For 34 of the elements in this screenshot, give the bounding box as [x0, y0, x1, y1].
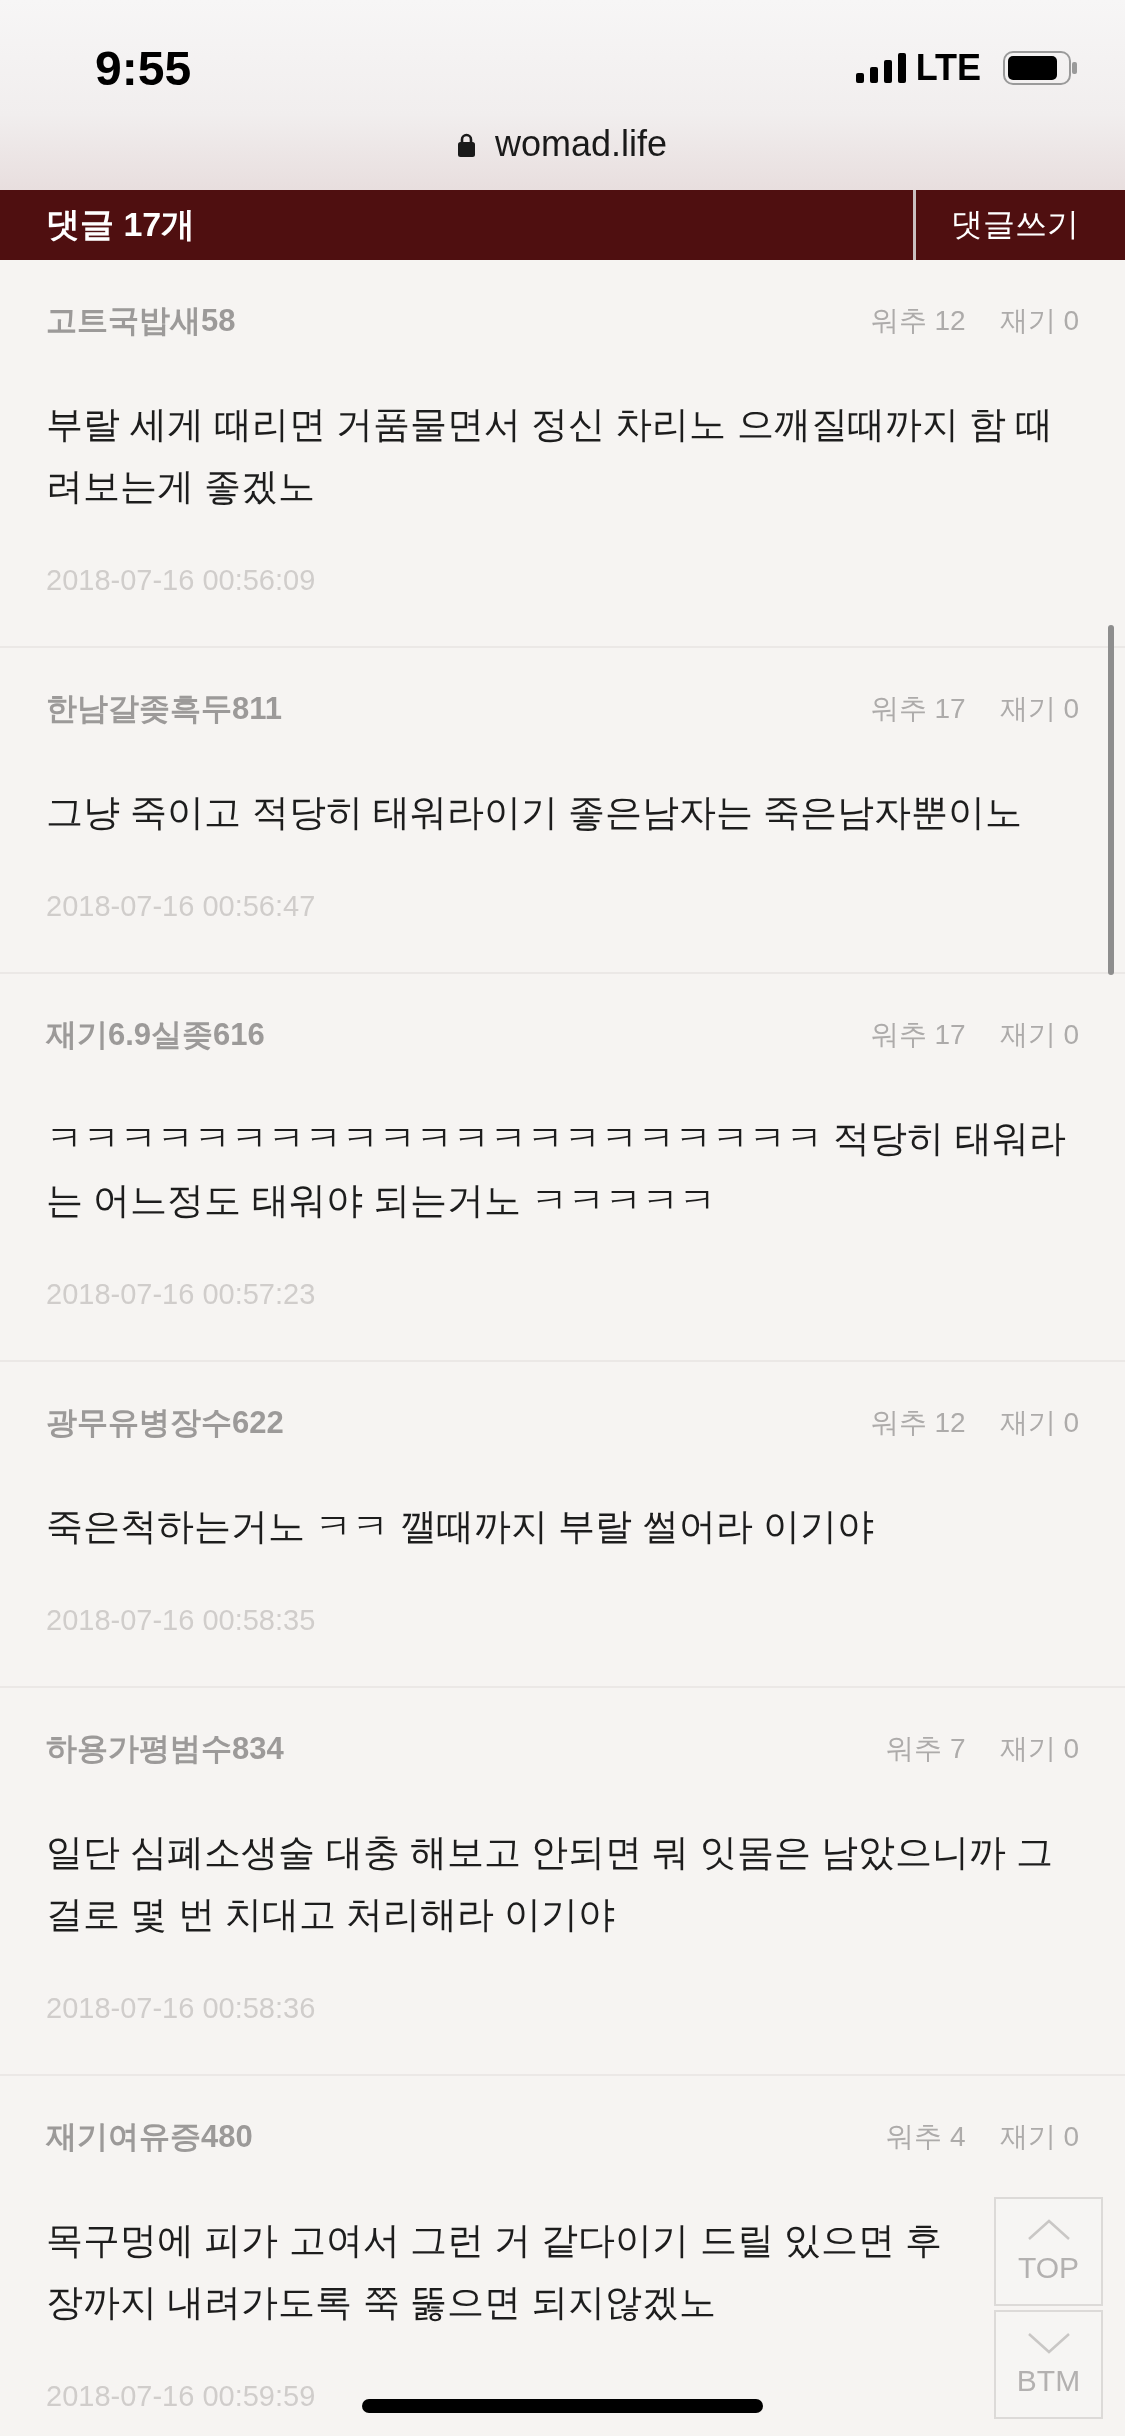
comment-author: 한남갈좆흑두811 [46, 690, 282, 728]
comment-author: 고트국밥새58 [46, 302, 236, 340]
downvote-count: 재기 0 [999, 1732, 1079, 1766]
address-bar[interactable]: womad.life [457, 123, 668, 165]
upvote-count: 워추 12 [870, 1406, 966, 1440]
comment-author: 광무유병장수622 [46, 1404, 284, 1442]
lock-icon [457, 131, 475, 157]
comment-text: 그냥 죽이고 적당히 태워라이기 좋은남자는 죽은남자뿐이노 [46, 791, 1023, 835]
comments-count-title: 댓글 17개 [46, 204, 196, 245]
network-type: LTE [915, 47, 981, 89]
comment-text: ㅋㅋㅋㅋㅋㅋㅋㅋㅋㅋㅋㅋㅋㅋㅋㅋㅋㅋㅋㅋㅋ 적당히 태워라는 어느정도 태워야 되는거노 ㅋㅋㅋㅋㅋ [46, 1117, 1067, 1223]
upvote-count: 워추 17 [870, 692, 966, 726]
downvote-count: 재기 0 [999, 2120, 1079, 2154]
downvote-count: 재기 0 [999, 1018, 1079, 1052]
comment-author: 재기여유증480 [46, 2118, 253, 2156]
upvote-count: 워추 7 [886, 1732, 966, 1766]
comment-text: 일단 심폐소생술 대충 해보고 안되면 뭐 잇몸은 남았으니까 그걸로 몇 번 치대고 처리해라 이기야 [46, 1831, 1055, 1937]
battery-icon [1003, 51, 1077, 85]
comment-text: 목구멍에 피가 고여서 그런 거 같다이기 드릴 있으면 후장까지 내려가도록 쭉 뚫으면 되지않겠노 [46, 2219, 944, 2325]
upvote-count: 워추 12 [870, 304, 966, 338]
upvote-count: 워추 4 [886, 2120, 966, 2154]
chevron-down-icon [1026, 2331, 1071, 2354]
comment-text: 죽은척하는거노 ㅋㅋ 깰때까지 부랄 썰어라 이기야 [46, 1505, 875, 1549]
status-time: 9:55 [95, 40, 192, 96]
comment-author: 하용가평범수834 [46, 1730, 284, 1768]
downvote-count: 재기 0 [999, 1406, 1079, 1440]
upvote-count: 워추 17 [870, 1018, 966, 1052]
comment-author: 재기6.9실좆616 [46, 1016, 265, 1054]
downvote-count: 재기 0 [999, 304, 1079, 338]
chevron-up-icon [1026, 2218, 1071, 2241]
signal-icon [855, 53, 906, 83]
write-comment-button[interactable]: 댓글쓰기 [913, 190, 1125, 260]
downvote-count: 재기 0 [999, 692, 1079, 726]
comment-text: 부랄 세게 때리면 거품물면서 정신 차리노 으깨질때까지 함 때려보는게 좋겠노 [46, 403, 1055, 509]
